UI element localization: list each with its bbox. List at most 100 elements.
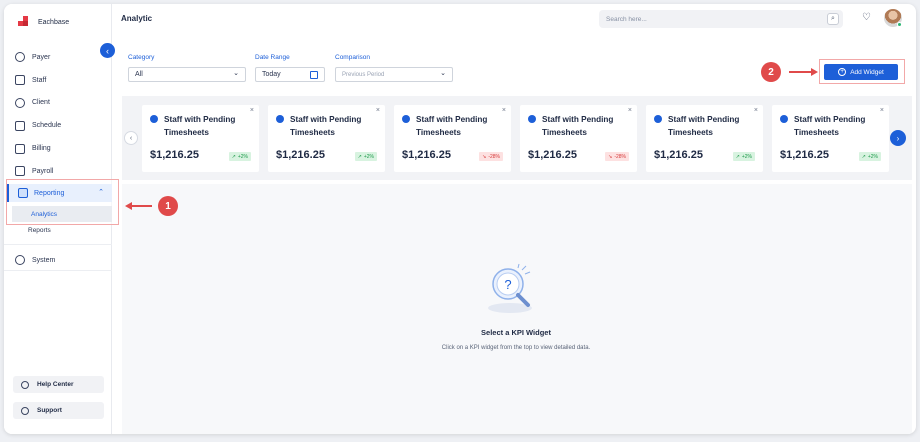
kpi-title: Staff with Pending Timesheets bbox=[290, 115, 362, 137]
trend-change: +2% bbox=[363, 153, 374, 160]
person-icon bbox=[150, 115, 158, 123]
empty-state-title: Select a KPI Widget bbox=[481, 328, 551, 337]
category-select[interactable]: All ⌄ bbox=[128, 67, 246, 82]
trend-change: +2% bbox=[237, 153, 248, 160]
headset-icon bbox=[21, 406, 29, 415]
sidebar-item-system[interactable]: System bbox=[4, 249, 55, 272]
kpi-card[interactable]: Staff with Pending Timesheets × $1,216.2… bbox=[394, 105, 511, 172]
page-title: Analytic bbox=[121, 14, 153, 23]
kpi-title: Staff with Pending Timesheets bbox=[416, 115, 488, 137]
kpi-title: Staff with Pending Timesheets bbox=[668, 115, 740, 137]
kpi-title: Staff with Pending Timesheets bbox=[794, 115, 866, 137]
sidebar-collapse-button[interactable]: ‹ bbox=[100, 43, 115, 58]
person-icon bbox=[276, 115, 284, 123]
search-icon[interactable]: ⌕ bbox=[827, 13, 839, 25]
trend-down-icon: ↘ bbox=[482, 153, 487, 160]
date-range-label: Date Range bbox=[255, 54, 290, 61]
shield-icon bbox=[15, 52, 25, 63]
sidebar-item-staff[interactable]: Staff bbox=[4, 69, 112, 92]
kpi-card[interactable]: Staff with Pending Timesheets × $1,216.2… bbox=[772, 105, 889, 172]
close-icon[interactable]: × bbox=[250, 107, 254, 114]
comparison-label: Comparison bbox=[335, 54, 371, 61]
sidebar-item-schedule[interactable]: Schedule bbox=[4, 114, 112, 137]
close-icon[interactable]: × bbox=[754, 107, 758, 114]
kpi-value: $1,216.25 bbox=[528, 149, 577, 161]
bell-icon[interactable]: ♡ bbox=[862, 12, 871, 23]
kpi-card[interactable]: Staff with Pending Timesheets × $1,216.2… bbox=[520, 105, 637, 172]
kpi-value: $1,216.25 bbox=[276, 149, 325, 161]
close-icon[interactable]: × bbox=[502, 107, 506, 114]
trend-up-icon: ↗ bbox=[735, 153, 740, 160]
add-widget-highlight: + Add Widget bbox=[819, 59, 905, 84]
sidebar-item-label: Reporting bbox=[34, 189, 65, 197]
plus-circle-icon: + bbox=[838, 68, 847, 76]
help-center-label: Help Center bbox=[37, 381, 74, 388]
support-button[interactable]: Support bbox=[13, 402, 104, 419]
callout-number: 2 bbox=[761, 62, 781, 82]
callout-number: 1 bbox=[158, 196, 178, 216]
billing-icon bbox=[15, 143, 25, 154]
trend-badge: ↗ +2% bbox=[858, 152, 881, 161]
close-icon[interactable]: × bbox=[880, 107, 884, 114]
callout-1: 1 bbox=[125, 196, 178, 216]
help-icon bbox=[21, 380, 29, 389]
comparison-select[interactable]: Previous Period ⌄ bbox=[335, 67, 453, 82]
sidebar-item-billing[interactable]: Billing bbox=[4, 137, 112, 160]
kpi-card[interactable]: Staff with Pending Timesheets × $1,216.2… bbox=[646, 105, 763, 172]
arrow-right-icon bbox=[811, 68, 818, 76]
kpi-value: $1,216.25 bbox=[654, 149, 703, 161]
trend-change: +2% bbox=[741, 153, 752, 160]
sidebar-nav: Payer Staff Client Schedule Billing Payr… bbox=[4, 46, 112, 183]
trend-up-icon: ↗ bbox=[231, 153, 236, 160]
person-icon bbox=[780, 115, 788, 123]
kpi-title: Staff with Pending Timesheets bbox=[542, 115, 614, 137]
kpi-strip: Staff with Pending Timesheets × $1,216.2… bbox=[122, 96, 912, 180]
chevron-down-icon: ⌄ bbox=[440, 70, 446, 77]
help-center-button[interactable]: Help Center bbox=[13, 376, 104, 393]
chevron-down-icon: ⌄ bbox=[233, 70, 239, 77]
comparison-placeholder: Previous Period bbox=[342, 71, 385, 78]
callout-2: 2 bbox=[761, 62, 818, 82]
kpi-value: $1,216.25 bbox=[780, 149, 829, 161]
sidebar-item-reporting[interactable]: Reporting ⌃ bbox=[7, 184, 112, 202]
brand-name: Eachbase bbox=[38, 18, 70, 26]
kpi-title: Staff with Pending Timesheets bbox=[164, 115, 236, 137]
app-window: Eachbase Payer Staff Client Schedule Bil… bbox=[4, 4, 916, 434]
close-icon[interactable]: × bbox=[376, 107, 380, 114]
kpi-card[interactable]: Staff with Pending Timesheets × $1,216.2… bbox=[268, 105, 385, 172]
kpi-prev-button[interactable]: ‹ bbox=[124, 131, 138, 145]
brand-logo bbox=[18, 16, 30, 28]
kpi-card[interactable]: Staff with Pending Timesheets × $1,216.2… bbox=[142, 105, 259, 172]
search-input[interactable]: Search here... ⌕ bbox=[599, 10, 843, 28]
date-range-field[interactable]: Today bbox=[255, 67, 325, 82]
system-icon bbox=[15, 255, 25, 266]
svg-text:?: ? bbox=[504, 277, 511, 292]
person-icon bbox=[402, 115, 410, 123]
trend-up-icon: ↗ bbox=[357, 153, 362, 160]
sidebar-item-label: Payer bbox=[32, 53, 51, 61]
date-range-value: Today bbox=[262, 71, 281, 78]
reporting-group-highlight: Reporting ⌃ Analytics bbox=[6, 179, 119, 225]
trend-badge: ↘ -28% bbox=[605, 152, 629, 161]
trend-badge: ↗ +2% bbox=[732, 152, 755, 161]
sidebar-divider bbox=[4, 270, 112, 271]
sidebar-subitem-reports[interactable]: Reports bbox=[28, 227, 51, 234]
trend-change: -28% bbox=[488, 153, 500, 160]
add-widget-button[interactable]: + Add Widget bbox=[824, 64, 898, 80]
trend-badge: ↗ +2% bbox=[228, 152, 251, 161]
trend-badge: ↘ -28% bbox=[479, 152, 503, 161]
kpi-value: $1,216.25 bbox=[402, 149, 451, 161]
online-status-dot bbox=[897, 22, 902, 27]
sidebar-item-client[interactable]: Client bbox=[4, 92, 112, 115]
category-value: All bbox=[135, 71, 143, 78]
trend-change: +2% bbox=[867, 153, 878, 160]
trend-badge: ↗ +2% bbox=[354, 152, 377, 161]
kpi-next-button[interactable]: › bbox=[890, 130, 906, 146]
report-icon bbox=[18, 188, 28, 198]
sidebar-item-payer[interactable]: Payer bbox=[4, 46, 112, 69]
sidebar-item-label: Staff bbox=[32, 76, 47, 84]
person-icon bbox=[654, 115, 662, 123]
sidebar-subitem-analytics[interactable]: Analytics bbox=[12, 206, 112, 222]
close-icon[interactable]: × bbox=[628, 107, 632, 114]
brand[interactable]: Eachbase bbox=[18, 12, 69, 32]
